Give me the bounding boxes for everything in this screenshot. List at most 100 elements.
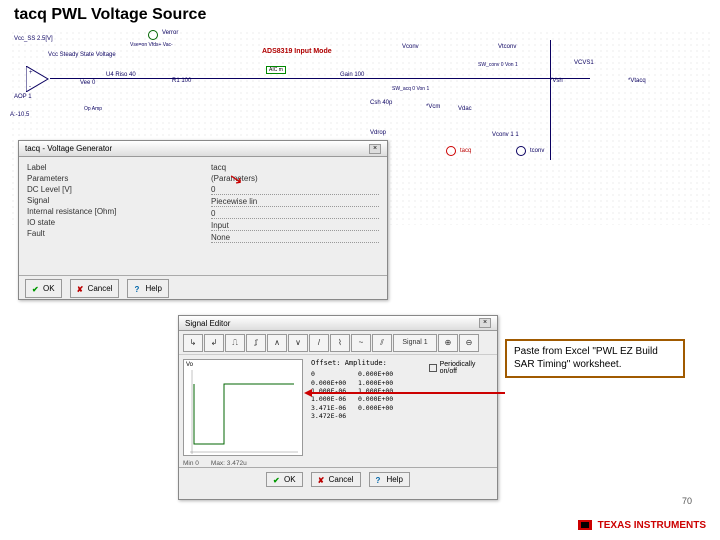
tool-btn[interactable]: ↳ <box>183 334 203 352</box>
d1-val[interactable]: None <box>211 233 379 243</box>
svg-text:-: - <box>29 84 31 90</box>
label-verror-mode: Vse=on Vfds+ Vac- <box>130 42 173 48</box>
label-vtconv: Vtconv <box>498 44 516 50</box>
d1-label: Parameters <box>27 174 127 183</box>
btn-label: OK <box>284 475 296 484</box>
dialog1-title-text: tacq - Voltage Generator <box>25 144 112 153</box>
data-row: 3.472E-06 <box>311 412 421 420</box>
add-btn[interactable]: ⊕ <box>438 334 458 352</box>
signal-select[interactable]: Signal 1 <box>393 334 437 352</box>
d1-val[interactable]: 0 <box>211 209 379 219</box>
ok-button[interactable]: ✔OK <box>266 472 303 487</box>
label-aop1: AOP 1 <box>14 94 32 100</box>
ti-brand-text: TEXAS INSTRUMENTS <box>598 520 706 531</box>
box-aicm: AIC m <box>266 66 286 74</box>
voltage-generator-dialog: tacq - Voltage Generator × Label Paramet… <box>18 140 388 300</box>
signal-plot: Vo <box>183 359 303 456</box>
checkbox-label: Periodically on/off <box>440 361 491 375</box>
label-tacq-src: tacq <box>460 148 471 154</box>
d1-val[interactable]: Input <box>211 221 379 231</box>
status-max: Max: 3.472u <box>211 460 247 467</box>
label-vrefcm: A:-10.5 <box>10 112 29 118</box>
tool-btn[interactable]: ↲ <box>204 334 224 352</box>
label-ads-mode: ADS8319 Input Mode <box>262 48 332 55</box>
label-csh: Csh 40p <box>370 100 392 106</box>
label-vee: Vee 0 <box>80 80 95 86</box>
data-row: 1.000E-06 0.000E+00 <box>311 395 421 403</box>
ti-chip-icon <box>576 518 594 532</box>
tool-btn[interactable]: ⎎ <box>246 334 266 352</box>
dialog2-status: Min 0 Max: 3.472u <box>179 460 497 467</box>
label-vtacq: *Vtacq <box>628 78 646 84</box>
ok-button[interactable]: ✔OK <box>25 279 62 298</box>
dialog1-labels-col: Label Parameters DC Level [V] Signal Int… <box>19 157 203 275</box>
data-row: 0.000E+00 1.000E+00 <box>311 379 421 387</box>
data-row: 0 0.000E+00 <box>311 370 421 378</box>
label-vdrop: Vdrop <box>370 130 386 136</box>
cancel-button[interactable]: ✘Cancel <box>311 472 361 487</box>
callout-box: Paste from Excel "PWL EZ Build SAR Timin… <box>505 339 685 378</box>
label-verror: Verror <box>162 30 178 36</box>
tool-btn[interactable]: ⫽ <box>372 334 392 352</box>
label-vconv: Vconv <box>402 44 419 50</box>
d1-label: Label <box>27 163 127 172</box>
dialog2-title-text: Signal Editor <box>185 319 230 328</box>
btn-label: Help <box>387 475 403 484</box>
btn-label: Help <box>145 284 161 293</box>
label-vdac: Vdac <box>458 106 472 112</box>
tool-btn[interactable]: ⎍ <box>225 334 245 352</box>
label-swacq: SW_acq 0 Von 1 <box>392 86 429 92</box>
d1-label: Fault <box>27 229 127 238</box>
btn-label: Cancel <box>88 284 113 293</box>
check-icon: ✔ <box>32 285 40 293</box>
signal-data-table[interactable]: Offset: Amplitude: 0 0.000E+00 0.000E+00… <box>311 359 421 456</box>
d1-label: DC Level [V] <box>27 185 127 194</box>
check-icon: ✔ <box>273 476 281 484</box>
tool-btn[interactable]: / <box>309 334 329 352</box>
dialog1-titlebar: tacq - Voltage Generator × <box>19 141 387 157</box>
checkbox-icon <box>429 364 437 372</box>
periodic-checkbox[interactable]: Periodically on/off <box>429 361 491 375</box>
remove-btn[interactable]: ⊖ <box>459 334 479 352</box>
label-vccss: Vcc_SS 2.5[V] <box>14 36 53 42</box>
question-icon: ? <box>376 476 384 484</box>
label-steady: Vcc Steady State Voltage <box>48 52 116 58</box>
help-button[interactable]: ?Help <box>127 279 168 298</box>
status-min: Min 0 <box>183 460 199 467</box>
dialog2-options: Periodically on/off <box>425 355 495 460</box>
btn-label: OK <box>43 284 55 293</box>
signal-editor-dialog: Signal Editor × ↳ ↲ ⎍ ⎎ ∧ ∨ / ⌇ ~ ⫽ Sign… <box>178 315 498 500</box>
dialog2-toolbar: ↳ ↲ ⎍ ⎎ ∧ ∨ / ⌇ ~ ⫽ Signal 1 ⊕ ⊖ <box>179 331 497 355</box>
help-button[interactable]: ?Help <box>369 472 410 487</box>
svg-text:+: + <box>29 70 33 76</box>
d1-label: IO state <box>27 218 127 227</box>
d1-label: Signal <box>27 196 127 205</box>
src-tacq <box>446 146 456 156</box>
src-tconv <box>516 146 526 156</box>
question-icon: ? <box>134 285 142 293</box>
tool-btn[interactable]: ⌇ <box>330 334 350 352</box>
label-tconv-src: tconv <box>530 148 544 154</box>
label-vconv11: Vconv 1 1 <box>492 132 519 138</box>
page-title: tacq PWL Voltage Source <box>14 6 206 24</box>
label-vcm: *Vcm <box>426 104 440 110</box>
meter-verror <box>148 30 158 40</box>
tool-btn[interactable]: ~ <box>351 334 371 352</box>
close-icon[interactable]: × <box>369 144 381 154</box>
close-icon[interactable]: × <box>479 318 491 328</box>
tool-btn[interactable]: ∨ <box>288 334 308 352</box>
data-row: 3.471E-06 0.000E+00 <box>311 404 421 412</box>
cancel-button[interactable]: ✘Cancel <box>70 279 120 298</box>
label-opamp-text: Op Amp <box>84 106 102 112</box>
label-vcvs1: VCVS1 <box>574 60 594 66</box>
d1-val-signal[interactable]: Piecewise lin <box>211 197 379 207</box>
page-number: 70 <box>682 496 692 506</box>
tool-btn[interactable]: ∧ <box>267 334 287 352</box>
callout-arrow-icon <box>310 392 505 394</box>
label-swconv: SW_conv 0 Von 1 <box>478 62 518 68</box>
btn-label: Cancel <box>329 475 354 484</box>
data-header: Offset: Amplitude: <box>311 359 421 368</box>
d1-label: Internal resistance [Ohm] <box>27 207 127 216</box>
x-icon: ✘ <box>77 285 85 293</box>
ti-logo: TEXAS INSTRUMENTS <box>576 518 706 532</box>
